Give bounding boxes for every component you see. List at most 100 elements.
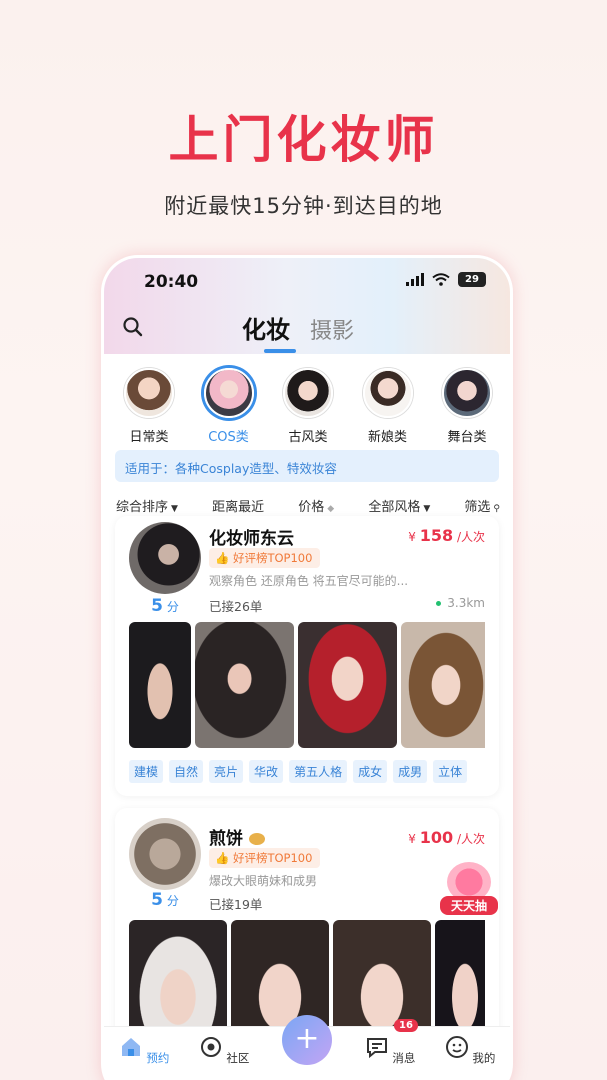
promo-subtitle: 附近最快15分钟·到达目的地	[164, 194, 443, 218]
filter-label: 全部风格	[368, 500, 421, 515]
status-icons: 29	[406, 272, 486, 287]
price: ¥ 158 /人次	[408, 526, 485, 545]
avatar	[129, 522, 201, 594]
style-tag: 亮片	[209, 760, 244, 783]
category-label: 舞台类	[447, 430, 487, 445]
filter-screen[interactable]: 筛选 ⚲	[464, 496, 500, 515]
category-label: 新娘类	[367, 430, 407, 445]
tab-label: 我的	[472, 1051, 496, 1065]
price-value: 100	[419, 828, 454, 847]
tab-makeup[interactable]: 化妆	[242, 310, 296, 353]
category-avatar	[203, 368, 254, 418]
category-daily[interactable]: 日常类	[118, 368, 180, 445]
artist-name-text: 煎饼	[209, 829, 243, 849]
phone-frame: 20:40 29 化妆 摄影 日常类 COS类 古风类 新娘类 舞台类 适用于：…	[104, 258, 510, 1080]
tab-booking[interactable]: 预约	[114, 1035, 174, 1066]
price: ¥ 100 /人次	[408, 828, 485, 847]
filter-distance[interactable]: 距离最近	[212, 496, 264, 515]
profile-icon	[445, 1036, 468, 1058]
filter-icon: ⚲	[493, 504, 500, 514]
style-tag: 第五人格	[289, 760, 348, 783]
signal-icon	[406, 273, 424, 286]
score: 5 分	[129, 890, 201, 910]
artist-card[interactable]: 5 分 化妆师东云 ¥ 158 /人次 👍 好评榜TOP100 观察角色 还原角…	[115, 516, 499, 796]
category-row: 日常类 COS类 古风类 新娘类 舞台类	[118, 368, 498, 445]
artist-desc: 观察角色 还原角色 将五官尽可能的...	[209, 574, 409, 588]
tab-messages[interactable]: 消息	[360, 1035, 420, 1066]
avatar	[129, 818, 201, 890]
filter-label: 筛选	[464, 500, 491, 515]
category-bridal[interactable]: 新娘类	[357, 368, 419, 445]
wifi-icon	[432, 273, 450, 286]
filter-sort[interactable]: 综合排序 ▼	[116, 496, 178, 515]
portfolio-photo[interactable]	[401, 622, 485, 748]
chevron-down-icon: ▼	[171, 504, 178, 514]
search-icon[interactable]	[122, 316, 144, 338]
home-icon	[121, 1038, 140, 1056]
thumbs-up-icon: 👍	[215, 851, 230, 865]
tab-community[interactable]: 社区	[194, 1035, 254, 1066]
bottom-tab-bar: 预约 社区 + 消息 16 我的	[104, 1015, 510, 1080]
price-symbol: ¥	[408, 832, 416, 846]
filter-label: 距离最近	[212, 500, 265, 515]
filter-label: 综合排序	[116, 500, 169, 515]
plus-icon: +	[294, 1021, 320, 1056]
category-avatar	[362, 368, 413, 418]
filter-price[interactable]: 价格 ◆	[298, 496, 334, 515]
portfolio-photo[interactable]	[298, 622, 397, 748]
community-icon	[200, 1037, 221, 1057]
price-unit: /人次	[456, 832, 485, 846]
portfolio-photo[interactable]	[129, 622, 191, 748]
artist-desc: 爆改大眼萌妹和成男	[209, 874, 318, 888]
category-cos[interactable]: COS类	[198, 368, 260, 445]
tab-photography[interactable]: 摄影	[310, 313, 354, 345]
artist-name: 煎饼	[209, 824, 265, 849]
promo-label: 天天抽	[440, 896, 498, 915]
category-label: 古风类	[288, 430, 328, 445]
score-value: 5	[151, 890, 163, 910]
pancake-icon	[248, 833, 265, 845]
message-icon	[366, 1038, 387, 1059]
photo-strip[interactable]	[129, 622, 485, 748]
promo-title: 上门化妆师	[168, 111, 439, 169]
style-tag: 成女	[353, 760, 388, 783]
lottery-promo-button[interactable]: 天天抽	[440, 862, 498, 924]
category-avatar	[442, 368, 492, 418]
tab-label: 预约	[146, 1051, 170, 1065]
order-count: 已接19单	[209, 897, 263, 912]
category-label: COS类	[208, 430, 249, 445]
rank-badge: 👍 好评榜TOP100	[209, 848, 321, 868]
filter-style[interactable]: 全部风格 ▼	[368, 496, 430, 515]
badge-label: 好评榜TOP100	[232, 551, 313, 565]
sort-icon: ◆	[327, 504, 335, 514]
category-avatar	[124, 368, 174, 418]
score-unit: 分	[166, 894, 179, 908]
status-time: 20:40	[144, 272, 199, 292]
score: 5 分	[129, 596, 201, 616]
tab-profile[interactable]: 我的	[440, 1035, 500, 1066]
tab-label: 社区	[226, 1051, 250, 1065]
price-symbol: ¥	[408, 530, 416, 544]
category-ancient[interactable]: 古风类	[277, 368, 339, 445]
battery-icon: 29	[458, 272, 486, 287]
portfolio-photo[interactable]	[195, 622, 294, 748]
category-avatar	[283, 368, 333, 418]
rank-badge: 👍 好评榜TOP100	[209, 548, 321, 568]
price-unit: /人次	[456, 530, 485, 544]
category-stage[interactable]: 舞台类	[436, 368, 498, 445]
app-header: 20:40 29 化妆 摄影	[104, 258, 510, 354]
style-tag: 立体	[433, 760, 468, 783]
score-unit: 分	[166, 600, 179, 614]
filter-bar: 综合排序 ▼ 距离最近 价格 ◆ 全部风格 ▼ 筛选 ⚲	[116, 496, 500, 515]
artist-name: 化妆师东云	[209, 529, 294, 549]
apply-info-bar: 适用于：各种Cosplay造型、特效妆容	[115, 450, 499, 482]
tab-label: 消息	[392, 1051, 416, 1065]
style-tag: 成男	[393, 760, 428, 783]
plus-button[interactable]: +	[282, 1015, 332, 1065]
order-count: 已接26单	[209, 599, 263, 614]
chevron-down-icon: ▼	[423, 504, 431, 514]
filter-label: 价格	[298, 500, 325, 515]
location-dot-icon	[436, 601, 442, 606]
badge-label: 好评榜TOP100	[232, 851, 313, 865]
style-tag: 建模	[129, 760, 164, 783]
